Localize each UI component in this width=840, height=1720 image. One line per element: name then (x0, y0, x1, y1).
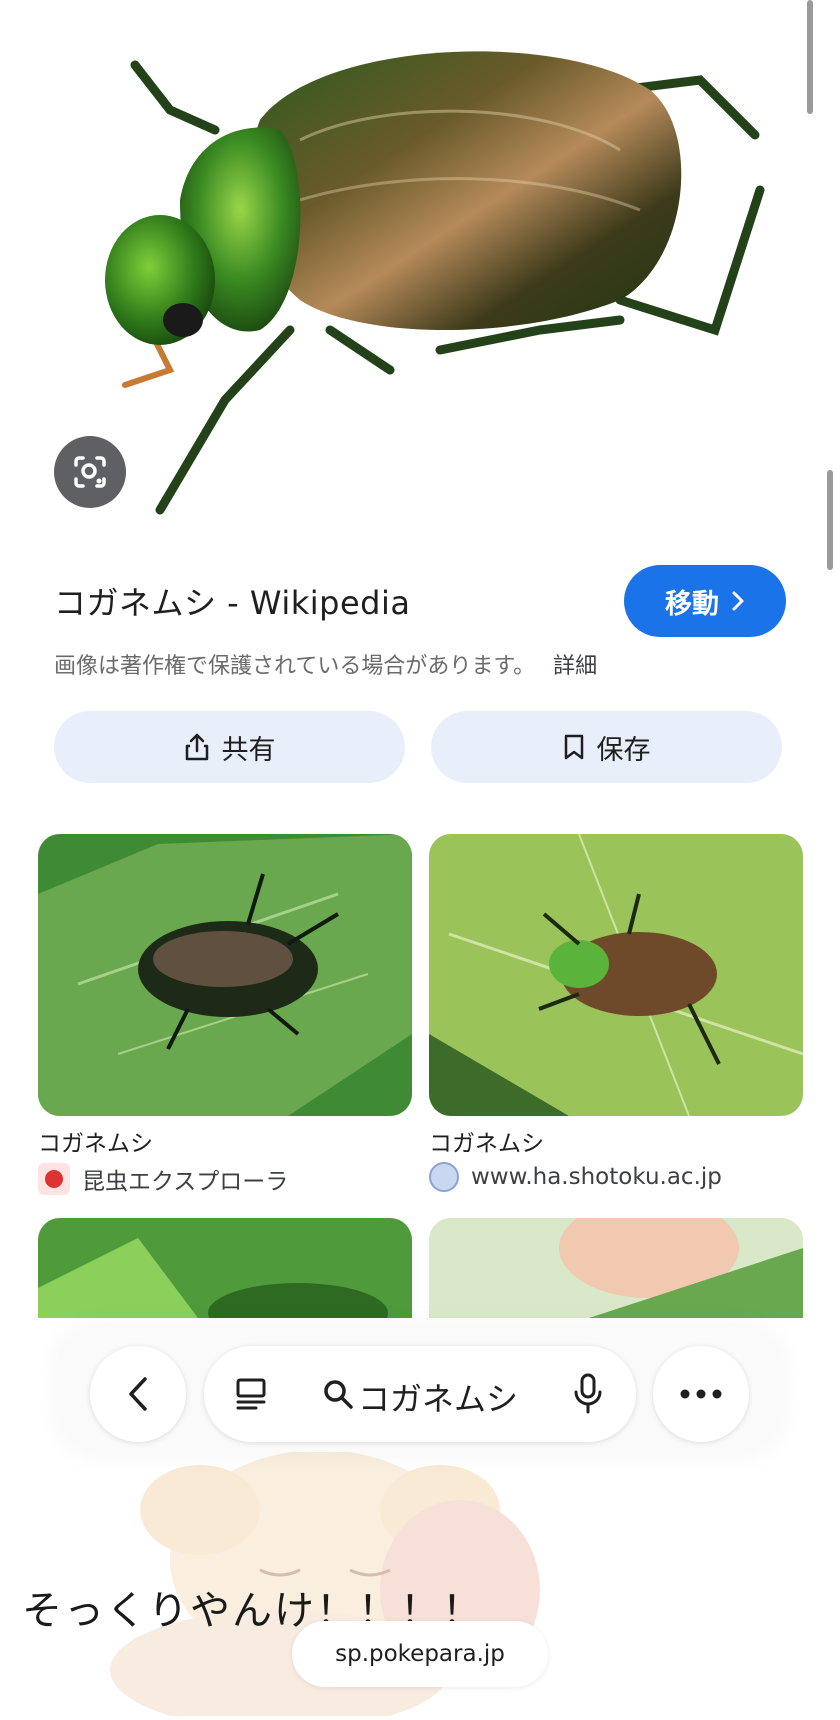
hero-image[interactable] (0, 0, 840, 540)
url-chip[interactable]: sp.pokepara.jp (292, 1621, 548, 1687)
search-bar[interactable]: コガネムシ (204, 1346, 636, 1442)
related-source-label-1: 昆虫エクスプローラ (82, 1169, 289, 1195)
ladybug-icon (38, 1163, 70, 1195)
related-image-3[interactable] (38, 1218, 412, 1318)
related-source-1[interactable]: 昆虫エクスプローラ (38, 1162, 288, 1196)
microphone-icon[interactable] (572, 1372, 604, 1416)
lens-search-button[interactable] (54, 436, 126, 508)
search-query[interactable]: コガネムシ (358, 1374, 518, 1420)
chevron-right-icon (732, 591, 744, 611)
save-label: 保存 (596, 734, 651, 766)
share-icon (185, 733, 208, 761)
lens-icon (74, 456, 106, 488)
back-button[interactable] (90, 1346, 186, 1442)
related-beetle-photo (429, 834, 803, 1116)
related-image-4[interactable] (429, 1218, 803, 1318)
related-title-2[interactable]: コガネムシ (429, 1124, 544, 1158)
related-image-1[interactable] (38, 834, 412, 1116)
related-beetle-photo (38, 834, 412, 1116)
scrollbar-thumb[interactable] (807, 0, 813, 114)
save-button[interactable]: 保存 (431, 711, 782, 783)
bookmark-icon (564, 734, 583, 760)
chevron-left-icon (129, 1377, 147, 1411)
related-beetle-photo (38, 1218, 412, 1318)
result-title[interactable]: コガネムシ - Wikipedia (54, 578, 410, 624)
tabs-icon (236, 1378, 266, 1410)
related-image-2[interactable] (429, 834, 803, 1116)
related-source-2[interactable]: www.ha.shotoku.ac.jp (429, 1162, 722, 1192)
copyright-text: 画像は著作権で保護されている場合があります。 (54, 654, 536, 679)
related-beetle-photo (429, 1218, 803, 1318)
visit-button[interactable]: 移動 (624, 565, 786, 637)
more-horizontal-icon (680, 1389, 722, 1399)
share-label: 共有 (221, 734, 276, 766)
beetle-illustration (105, 51, 765, 515)
globe-icon (429, 1162, 459, 1192)
related-source-label-2: www.ha.shotoku.ac.jp (471, 1164, 722, 1190)
share-button[interactable]: 共有 (54, 711, 405, 783)
visit-button-label: 移動 (665, 588, 719, 620)
related-title-1[interactable]: コガネムシ (38, 1124, 153, 1158)
more-options-button[interactable] (653, 1346, 749, 1442)
search-icon (324, 1380, 353, 1409)
details-link[interactable]: 詳細 (553, 654, 597, 679)
copyright-note: 画像は著作権で保護されている場合があります。 詳細 (54, 648, 597, 680)
scrollbar-thumb-secondary[interactable] (827, 470, 833, 570)
